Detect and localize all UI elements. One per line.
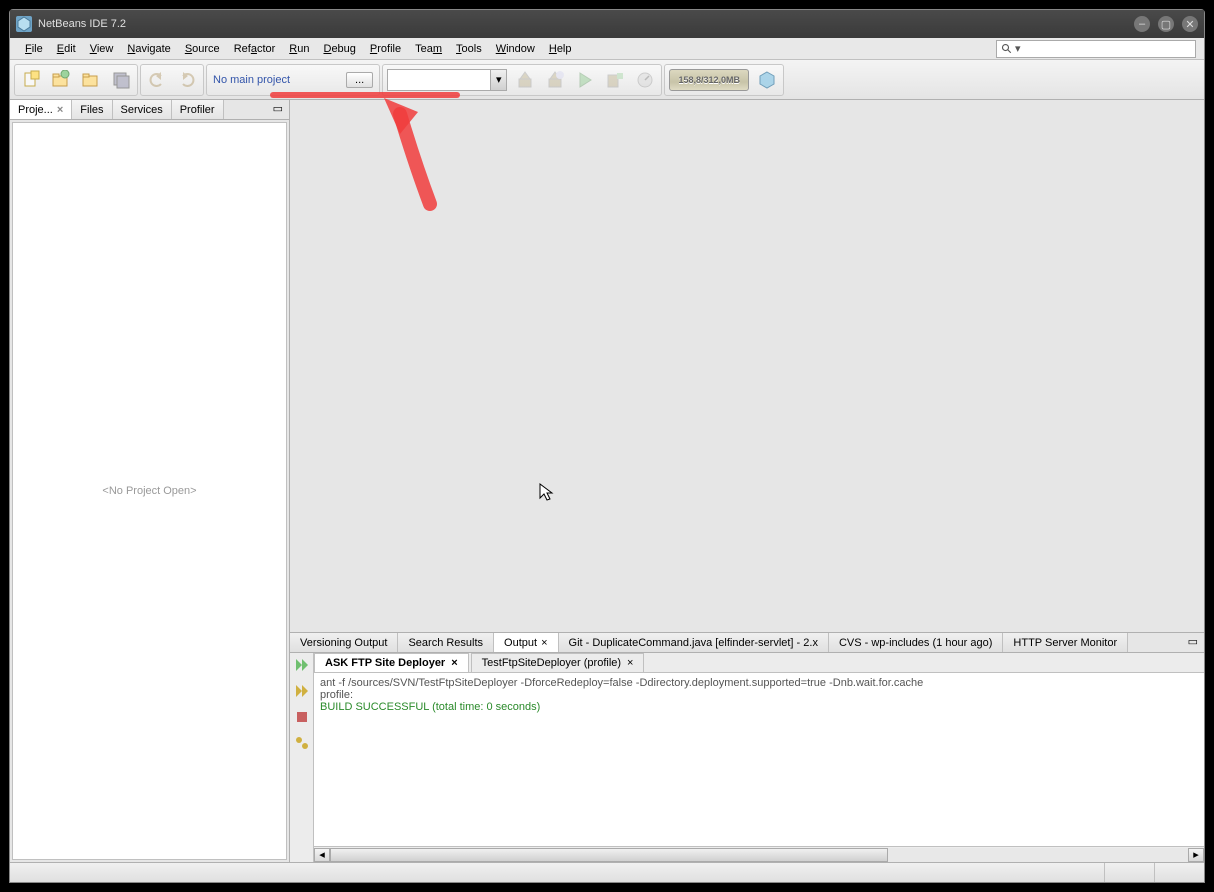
cursor-icon [538,482,554,502]
tab-search-results[interactable]: Search Results [398,633,494,652]
scrollbar-thumb[interactable] [330,848,888,862]
minimize-output-button[interactable]: ▭ [1182,633,1204,652]
maximize-button[interactable]: ▢ [1158,16,1174,32]
tab-projects[interactable]: Proje...× [10,100,72,119]
menu-edit[interactable]: Edit [50,41,83,57]
run-config-combo[interactable]: ▾ [387,69,507,91]
run-button[interactable] [573,68,597,92]
subtab-ask-deployer[interactable]: ASK FTP Site Deployer× [314,653,469,672]
menu-navigate[interactable]: Navigate [120,41,177,57]
build-button[interactable] [513,68,537,92]
left-panel: Proje...× Files Services Profiler ▭ <No … [10,100,290,862]
bottom-tabs: Versioning Output Search Results Output×… [290,633,1204,653]
close-icon[interactable]: × [451,657,457,669]
minimize-button[interactable]: – [1134,16,1150,32]
menu-team[interactable]: Team [408,41,449,57]
console-line: profile: [320,689,1198,701]
tab-http-monitor[interactable]: HTTP Server Monitor [1003,633,1128,652]
console-output[interactable]: ant -f /sources/SVN/TestFtpSiteDeployer … [314,673,1204,846]
menu-view[interactable]: View [83,41,121,57]
editor-area [290,100,1204,632]
debug-button[interactable] [603,68,627,92]
console-line: ant -f /sources/SVN/TestFtpSiteDeployer … [320,677,1198,689]
search-icon [1001,43,1013,55]
menu-source[interactable]: Source [178,41,227,57]
menu-help[interactable]: Help [542,41,579,57]
annotation-arrow [380,94,450,214]
new-project-button[interactable] [49,68,73,92]
main-project-browse-button[interactable]: ... [346,72,373,88]
dropdown-icon: ▾ [490,70,506,90]
app-window: NetBeans IDE 7.2 – ▢ ✕ File Edit View Na… [9,9,1205,883]
menu-run[interactable]: Run [282,41,316,57]
close-icon[interactable]: × [57,104,63,116]
save-all-button[interactable] [109,68,133,92]
gc-button[interactable] [755,68,779,92]
titlebar[interactable]: NetBeans IDE 7.2 – ▢ ✕ [10,10,1204,38]
menubar: File Edit View Navigate Source Refactor … [10,38,1204,60]
tab-versioning-output[interactable]: Versioning Output [290,633,398,652]
projects-tree: <No Project Open> [12,122,287,860]
minimize-panel-button[interactable]: ▭ [267,100,289,119]
netbeans-icon [16,16,32,32]
close-icon[interactable]: × [627,657,633,669]
undo-button[interactable] [145,68,169,92]
scroll-right-button[interactable]: ▸ [1188,848,1204,862]
output-subtabs: ASK FTP Site Deployer× TestFtpSiteDeploy… [314,653,1204,673]
statusbar [10,862,1204,882]
clean-build-button[interactable] [543,68,567,92]
output-panel: Versioning Output Search Results Output×… [290,632,1204,862]
rerun-button[interactable] [294,657,310,673]
rerun-alt-button[interactable] [294,683,310,699]
scroll-left-button[interactable]: ◂ [314,848,330,862]
redo-button[interactable] [175,68,199,92]
stop-button[interactable] [294,709,310,725]
settings-button[interactable] [294,735,310,751]
main-toolbar: No main project ... ▾ 158,8/312,0MB [10,60,1204,100]
no-project-label: <No Project Open> [102,485,196,497]
menu-profile[interactable]: Profile [363,41,408,57]
output-toolbar [290,653,314,862]
tab-output[interactable]: Output× [494,633,558,652]
close-button[interactable]: ✕ [1182,16,1198,32]
window-title: NetBeans IDE 7.2 [38,18,126,30]
open-project-button[interactable] [79,68,103,92]
console-line: BUILD SUCCESSFUL (total time: 0 seconds) [320,701,1198,713]
left-tabs: Proje...× Files Services Profiler ▭ [10,100,289,120]
quick-search-input[interactable]: ▾ [996,40,1196,58]
new-file-button[interactable] [19,68,43,92]
menu-tools[interactable]: Tools [449,41,489,57]
menu-refactor[interactable]: Refactor [227,41,283,57]
tab-profiler[interactable]: Profiler [172,100,224,119]
memory-indicator[interactable]: 158,8/312,0MB [669,69,749,91]
close-icon[interactable]: × [541,637,547,649]
subtab-test-deployer[interactable]: TestFtpSiteDeployer (profile)× [471,653,645,672]
main-project-label: No main project [213,74,340,86]
tab-git[interactable]: Git - DuplicateCommand.java [elfinder-se… [559,633,829,652]
tab-cvs[interactable]: CVS - wp-includes (1 hour ago) [829,633,1003,652]
menu-file[interactable]: File [18,41,50,57]
tab-services[interactable]: Services [113,100,172,119]
menu-debug[interactable]: Debug [316,41,362,57]
tab-files[interactable]: Files [72,100,112,119]
main-project-selector: No main project ... [206,64,380,96]
menu-window[interactable]: Window [489,41,542,57]
profile-button[interactable] [633,68,657,92]
horizontal-scrollbar[interactable]: ◂ ▸ [314,846,1204,862]
